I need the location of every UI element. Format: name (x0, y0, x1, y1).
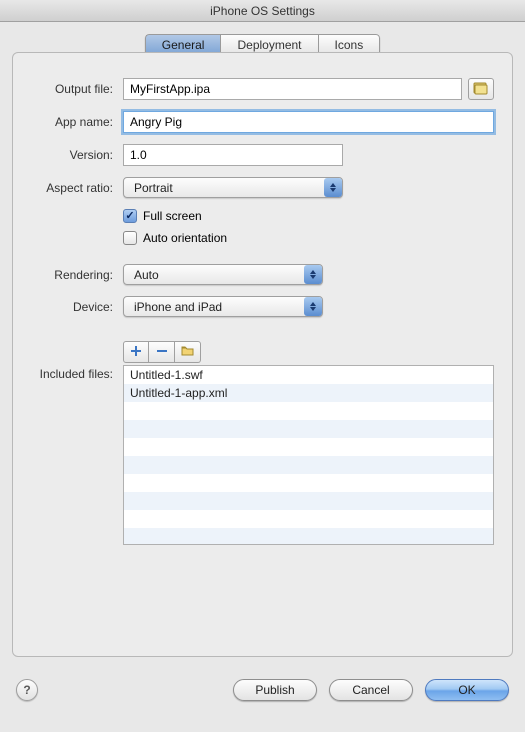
plus-icon (130, 345, 142, 360)
auto-orientation-checkbox[interactable] (123, 231, 137, 245)
full-screen-checkbox[interactable] (123, 209, 137, 223)
list-item[interactable]: Untitled-1.swf (124, 366, 493, 384)
auto-orientation-label: Auto orientation (143, 231, 227, 245)
list-item: . (124, 528, 493, 545)
device-label: Device: (31, 300, 123, 314)
list-item: . (124, 456, 493, 474)
device-value: iPhone and iPad (134, 300, 298, 314)
rendering-value: Auto (134, 268, 298, 282)
cancel-button[interactable]: Cancel (329, 679, 413, 701)
footer: ? Publish Cancel OK (0, 679, 525, 711)
aspect-ratio-select[interactable]: Portrait (123, 177, 343, 198)
version-field[interactable] (123, 144, 343, 166)
app-name-field[interactable] (123, 111, 494, 133)
chevron-updown-icon (304, 265, 322, 284)
help-icon: ? (23, 683, 30, 697)
output-file-label: Output file: (31, 82, 123, 96)
included-files-list[interactable]: Untitled-1.swf Untitled-1-app.xml . . . … (123, 365, 494, 545)
remove-file-button[interactable] (149, 341, 175, 363)
window-title: iPhone OS Settings (0, 0, 525, 22)
rendering-label: Rendering: (31, 268, 123, 282)
browse-button[interactable] (468, 78, 494, 100)
add-folder-button[interactable] (175, 341, 201, 363)
list-item: . (124, 438, 493, 456)
chevron-updown-icon (304, 297, 322, 316)
output-file-field[interactable] (123, 78, 462, 100)
ok-button[interactable]: OK (425, 679, 509, 701)
folder-icon (473, 81, 489, 98)
minus-icon (156, 345, 168, 360)
list-item: . (124, 492, 493, 510)
list-item[interactable]: Untitled-1-app.xml (124, 384, 493, 402)
help-button[interactable]: ? (16, 679, 38, 701)
list-item: . (124, 474, 493, 492)
app-name-label: App name: (31, 115, 123, 129)
add-file-button[interactable] (123, 341, 149, 363)
list-item: . (124, 402, 493, 420)
full-screen-label: Full screen (143, 209, 202, 223)
list-item: . (124, 420, 493, 438)
folder-open-icon (181, 345, 195, 360)
list-item: . (124, 510, 493, 528)
included-files-label: Included files: (31, 341, 123, 381)
device-select[interactable]: iPhone and iPad (123, 296, 323, 317)
chevron-updown-icon (324, 178, 342, 197)
version-label: Version: (31, 148, 123, 162)
aspect-ratio-value: Portrait (134, 181, 318, 195)
aspect-ratio-label: Aspect ratio: (31, 181, 123, 195)
general-panel: Output file: App name: Version: Aspect r… (12, 52, 513, 657)
publish-button[interactable]: Publish (233, 679, 317, 701)
rendering-select[interactable]: Auto (123, 264, 323, 285)
